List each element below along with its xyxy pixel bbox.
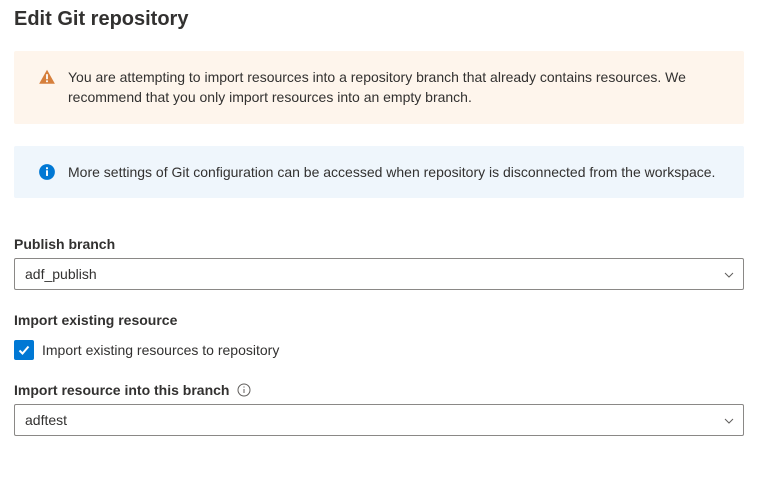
warning-icon <box>38 68 56 86</box>
import-existing-section-label: Import existing resource <box>14 312 177 328</box>
import-existing-checkbox[interactable] <box>14 340 34 360</box>
help-icon[interactable] <box>237 383 251 397</box>
publish-branch-select[interactable]: adf_publish <box>14 258 744 290</box>
chevron-down-icon <box>723 268 735 280</box>
import-branch-select[interactable]: adftest <box>14 404 744 436</box>
import-existing-checkbox-label[interactable]: Import existing resources to repository <box>42 342 279 358</box>
info-icon <box>38 163 56 181</box>
info-text: More settings of Git configuration can b… <box>68 162 722 182</box>
import-branch-label: Import resource into this branch <box>14 382 229 398</box>
publish-branch-value: adf_publish <box>25 266 97 282</box>
checkmark-icon <box>17 343 31 357</box>
warning-text: You are attempting to import resources i… <box>68 67 722 108</box>
import-existing-checkbox-row[interactable]: Import existing resources to repository <box>14 340 744 360</box>
publish-branch-label: Publish branch <box>14 236 115 252</box>
import-branch-value: adftest <box>25 412 67 428</box>
page-title: Edit Git repository <box>14 8 744 31</box>
chevron-down-icon <box>723 414 735 426</box>
info-banner: More settings of Git configuration can b… <box>14 146 744 198</box>
warning-banner: You are attempting to import resources i… <box>14 51 744 124</box>
